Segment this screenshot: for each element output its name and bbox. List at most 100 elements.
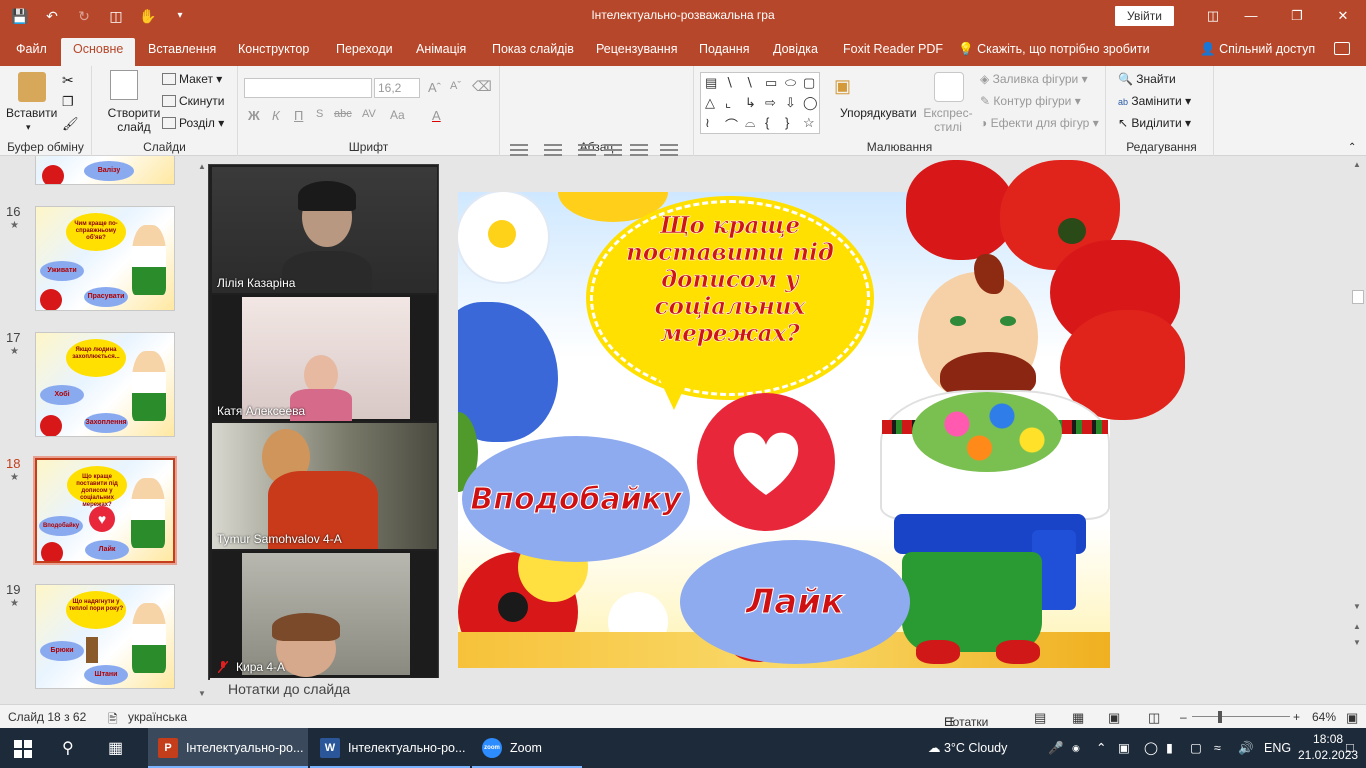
task-view-icon[interactable]: ▦ [108, 738, 123, 758]
scroll-up-icon[interactable]: ▲ [1353, 160, 1361, 169]
slide-thumbnail-19[interactable]: Що надягнути у теплої пори року? Брюки Ш… [35, 584, 175, 689]
strikethrough-button[interactable]: abc [334, 108, 352, 120]
slide-thumbnail-16[interactable]: Чим краще по-справжньому об'яв? Уживати … [35, 206, 175, 311]
italic-button[interactable]: К [272, 108, 280, 123]
copy-icon[interactable]: ❐ [62, 94, 74, 110]
normal-view-icon[interactable]: ▤ [1034, 710, 1046, 726]
tab-slideshow[interactable]: Показ слайдів [488, 38, 578, 66]
video-tile-2[interactable]: Катя Алексеева [212, 295, 437, 421]
format-painter-icon[interactable]: 🖌 [62, 116, 79, 132]
textbox-shape-icon[interactable]: ▤ [705, 75, 717, 91]
font-name-input[interactable] [244, 78, 372, 98]
video-tile-3[interactable]: Tymur Samohvalov 4-A [212, 423, 437, 549]
collapse-ribbon-icon[interactable]: ⌃ [1348, 142, 1356, 153]
font-size-input[interactable]: 16,2 [374, 78, 420, 98]
scroll-thumb[interactable] [1352, 290, 1364, 304]
star-shape-icon[interactable]: ☆ [803, 115, 815, 131]
restore-button[interactable]: ❐ [1274, 0, 1320, 32]
taskbar-zoom[interactable]: zoom Zoom [472, 728, 582, 768]
battery-icon[interactable]: ▮ [1166, 728, 1173, 768]
section-button[interactable]: Розділ ▾ [162, 116, 224, 130]
char-spacing-button[interactable]: AV [362, 108, 376, 120]
video-tile-4[interactable]: Кира 4-А [212, 551, 437, 677]
tab-review[interactable]: Рецензування [592, 38, 681, 66]
triangle-shape-icon[interactable]: △ [705, 95, 715, 111]
app-tray-icon[interactable]: ▣ [1118, 728, 1130, 768]
tab-file[interactable]: Файл [12, 38, 51, 66]
slide-thumbnail-18[interactable]: Що краще поставити під дописом у соціаль… [33, 456, 177, 565]
zoom-slider-thumb[interactable] [1218, 711, 1222, 723]
minimize-button[interactable]: — [1228, 0, 1274, 32]
arc-shape-icon[interactable]: ⌒ [725, 115, 738, 134]
replace-button[interactable]: ab Замінити ▾ [1118, 94, 1191, 108]
display-icon[interactable]: ▢ [1190, 728, 1202, 768]
tab-insert[interactable]: Вставлення [144, 38, 220, 66]
font-color-button[interactable]: A [432, 108, 441, 123]
paste-icon[interactable] [18, 72, 46, 102]
editor-scrollbar[interactable]: ▲ ▼ ▲ ▼ [1350, 156, 1366, 676]
slide-thumbnail-15[interactable]: Валізу [35, 156, 175, 185]
line-shape-icon[interactable]: ∖ [725, 75, 733, 91]
text-shadow-button[interactable]: S [316, 108, 323, 120]
underline-button[interactable]: П [294, 108, 303, 123]
paste-button[interactable]: Вставити [6, 106, 57, 120]
notes-pane[interactable]: Нотатки до слайда [210, 678, 1350, 704]
video-tile-1[interactable]: Лілія Казаріна [212, 167, 437, 293]
oval-shape-icon[interactable]: ⬭ [785, 75, 796, 91]
arrange-icon[interactable]: ▣ [834, 76, 851, 97]
signin-button[interactable]: Увійти [1115, 6, 1174, 26]
scroll-down-icon[interactable]: ▼ [198, 689, 206, 698]
search-icon[interactable]: ⚲ [62, 738, 74, 758]
tab-design[interactable]: Конструктор [234, 38, 313, 66]
slide-thumbnail-17[interactable]: Якщо людина захоплюється... Хобі Захопле… [35, 332, 175, 437]
windows-start-icon[interactable] [14, 740, 32, 758]
zoom-out-icon[interactable]: – [1180, 710, 1187, 724]
slideshow-view-icon[interactable]: ◫ [1148, 710, 1160, 726]
curve-shape-icon[interactable]: ≀ [705, 115, 710, 131]
share-button[interactable]: 👤 Спільний доступ [1200, 38, 1315, 60]
zoom-tray-icon[interactable]: ◉ [1072, 728, 1080, 768]
arc2-shape-icon[interactable]: ⌓ [745, 115, 755, 131]
tell-me-search[interactable]: 💡 Скажіть, що потрібно зробити [958, 38, 1150, 60]
cut-icon[interactable]: ✂ [62, 72, 74, 89]
tab-home[interactable]: Основне [61, 38, 136, 66]
shape-fill-button[interactable]: ◈ Заливка фігури ▾ [980, 72, 1088, 86]
scroll-down-icon[interactable]: ▼ [1353, 602, 1361, 611]
input-language[interactable]: ENG [1264, 728, 1291, 768]
zoom-level[interactable]: 64% [1312, 710, 1336, 724]
zoom-in-icon[interactable]: + [1293, 710, 1300, 724]
wifi-icon[interactable]: ≈ [1214, 728, 1221, 768]
weather-widget[interactable]: ☁ 3°C Cloudy [928, 728, 1007, 768]
clear-format-icon[interactable]: ⌫ [472, 78, 492, 95]
notifications-icon[interactable]: □ [1346, 728, 1354, 768]
tab-view[interactable]: Подання [695, 38, 753, 66]
arrange-button[interactable]: Упорядкувати [840, 106, 917, 120]
zoom-slider[interactable] [1192, 716, 1290, 717]
tab-transitions[interactable]: Переходи [332, 38, 397, 66]
line2-shape-icon[interactable]: ∖ [745, 75, 753, 91]
taskbar-word[interactable]: W Інтелектуально-ро... [310, 728, 470, 768]
new-slide-icon[interactable] [110, 70, 138, 100]
tab-foxit[interactable]: Foxit Reader PDF [839, 38, 947, 66]
language-indicator[interactable]: українська [128, 710, 187, 724]
decrease-font-icon[interactable]: Aˇ [450, 80, 461, 92]
reset-button[interactable]: Скинути [162, 94, 224, 108]
show-hidden-icons[interactable]: ⌃ [1096, 728, 1106, 768]
right-arrow-shape-icon[interactable]: ⇨ [765, 95, 776, 111]
scroll-up-icon[interactable]: ▲ [198, 162, 206, 171]
next-slide-icon[interactable]: ▼ [1353, 638, 1361, 647]
tab-help[interactable]: Довідка [769, 38, 822, 66]
select-button[interactable]: ↖ Виділити ▾ [1118, 116, 1191, 130]
slide-sorter-icon[interactable]: ▦ [1072, 710, 1084, 726]
shapes-gallery[interactable]: ▤ ∖ ∖ ▭ ⬭ ▢ △ ⌞ ↳ ⇨ ⇩ ◯ ≀ ⌒ ⌓ { } ☆ [700, 72, 820, 134]
quick-styles-button[interactable]: Експрес-стилі [922, 106, 974, 134]
left-brace-shape-icon[interactable]: { [765, 115, 769, 130]
find-button[interactable]: 🔍 Знайти [1118, 72, 1176, 86]
layout-button[interactable]: Макет ▾ [162, 72, 222, 86]
heart-button[interactable] [697, 393, 835, 531]
quick-styles-icon[interactable] [934, 72, 964, 102]
bold-button[interactable]: Ж [248, 108, 260, 123]
shape-outline-button[interactable]: ✎ Контур фігури ▾ [980, 94, 1081, 108]
increase-font-icon[interactable]: Aˆ [428, 80, 441, 95]
new-slide-button[interactable]: Створити слайд [104, 106, 164, 134]
